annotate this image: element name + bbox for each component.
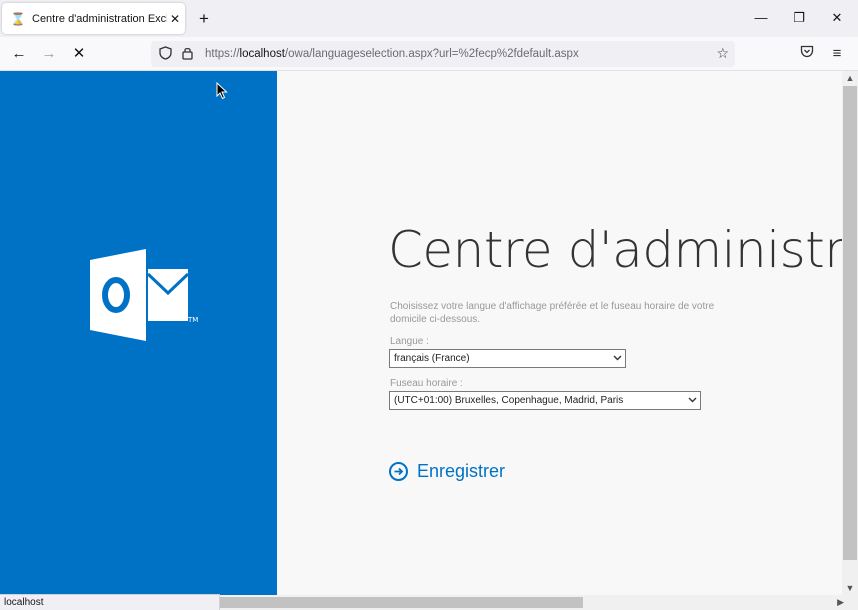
language-label: Langue : [390,336,429,347]
page-description: Choisissez votre langue d'affichage préf… [390,301,715,325]
chevron-down-icon [613,350,622,373]
tab-strip: ⌛ Centre d'administration Exchange ✕ + —… [0,0,858,37]
save-label: Enregistrer [417,461,506,481]
scroll-up-icon[interactable]: ▲ [842,71,858,85]
url-path: /owa/languageselection.aspx?url=%2fecp%2… [284,48,579,60]
url-scheme: https:// [205,48,240,60]
url-host: localhost [239,48,285,60]
pocket-icon[interactable] [797,44,817,64]
arrow-right-circle-icon [389,462,408,481]
vertical-scroll-thumb[interactable] [843,86,857,560]
timezone-label: Fuseau horaire : [390,378,463,389]
svg-text:TM: TM [187,316,198,324]
timezone-selected-value: (UTC+01:00) Bruxelles, Copenhague, Madri… [394,395,624,406]
page-content: TM Centre d'administrat Choisissez votre… [0,71,842,595]
url-text[interactable]: https://localhost/owa/languageselection.… [205,48,579,60]
back-button[interactable]: ← [9,44,29,64]
scroll-down-icon[interactable]: ▼ [842,581,858,595]
url-bar[interactable]: https://localhost/owa/languageselection.… [151,41,735,67]
save-button[interactable]: Enregistrer [389,461,505,482]
language-selected-value: français (France) [394,353,470,364]
hourglass-icon: ⌛ [10,11,26,26]
browser-tab[interactable]: ⌛ Centre d'administration Exchange ✕ [2,3,185,34]
tab-title: Centre d'administration Exchange [32,12,167,25]
outlook-logo-icon: TM [90,249,198,341]
minimize-button[interactable]: — [750,8,772,28]
language-select[interactable]: français (France) [389,349,626,368]
close-window-button[interactable]: ✕ [826,8,848,28]
scroll-right-icon[interactable]: ▶ [837,595,844,610]
timezone-select[interactable]: (UTC+01:00) Bruxelles, Copenhague, Madri… [389,391,701,410]
hamburger-menu-icon[interactable]: ≡ [827,44,847,64]
new-tab-button[interactable]: + [194,9,214,29]
horizontal-scroll-thumb[interactable] [220,597,583,608]
navigation-bar: ← → ✕ https://localhost/owa/languagesele… [0,37,858,71]
chevron-down-icon [688,392,697,415]
page-title: Centre d'administrat [388,221,842,279]
horizontal-scrollbar[interactable]: ▶ [220,595,858,610]
tab-close-icon[interactable]: ✕ [167,12,183,26]
mouse-cursor-icon [216,82,228,100]
vertical-scrollbar[interactable]: ▲ ▼ [842,71,858,595]
restore-button[interactable]: ❐ [788,8,810,28]
brand-side-panel: TM [0,71,277,595]
bookmark-star-icon[interactable]: ☆ [716,45,729,62]
shield-icon[interactable] [157,45,173,63]
forward-button[interactable]: → [39,44,59,64]
lock-icon[interactable] [179,46,195,63]
status-bar: localhost [0,594,220,610]
stop-loading-button[interactable]: ✕ [69,44,89,64]
